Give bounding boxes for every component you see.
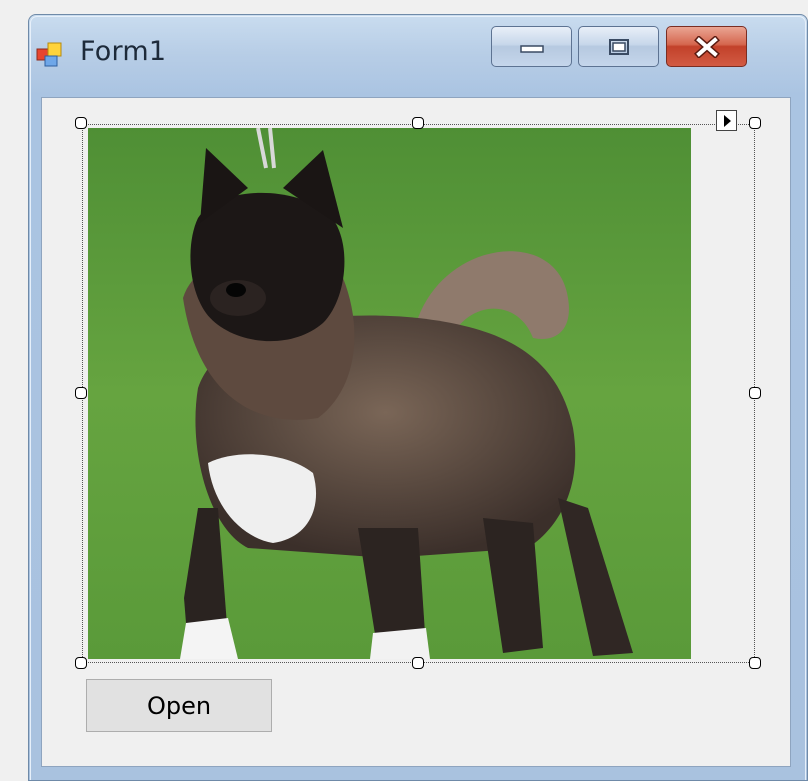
selection-outline <box>82 124 755 663</box>
resize-handle-e[interactable] <box>749 387 761 399</box>
close-icon <box>693 35 720 58</box>
form-icon <box>36 42 62 67</box>
open-button[interactable]: Open <box>86 679 272 732</box>
window-title: Form1 <box>80 36 167 67</box>
resize-handle-w[interactable] <box>75 387 87 399</box>
resize-handle-s[interactable] <box>412 657 424 669</box>
resize-handle-sw[interactable] <box>75 657 87 669</box>
minimize-button[interactable] <box>491 26 572 67</box>
play-arrow-icon <box>723 114 731 127</box>
resize-handle-nw[interactable] <box>75 117 87 129</box>
close-button[interactable] <box>666 26 747 67</box>
resize-handle-se[interactable] <box>749 657 761 669</box>
maximize-icon <box>608 38 629 55</box>
maximize-button[interactable] <box>578 26 659 67</box>
resize-handle-ne[interactable] <box>749 117 761 129</box>
smart-tag-button[interactable] <box>716 110 737 131</box>
resize-handle-n[interactable] <box>412 117 424 129</box>
minimize-icon <box>519 44 544 53</box>
